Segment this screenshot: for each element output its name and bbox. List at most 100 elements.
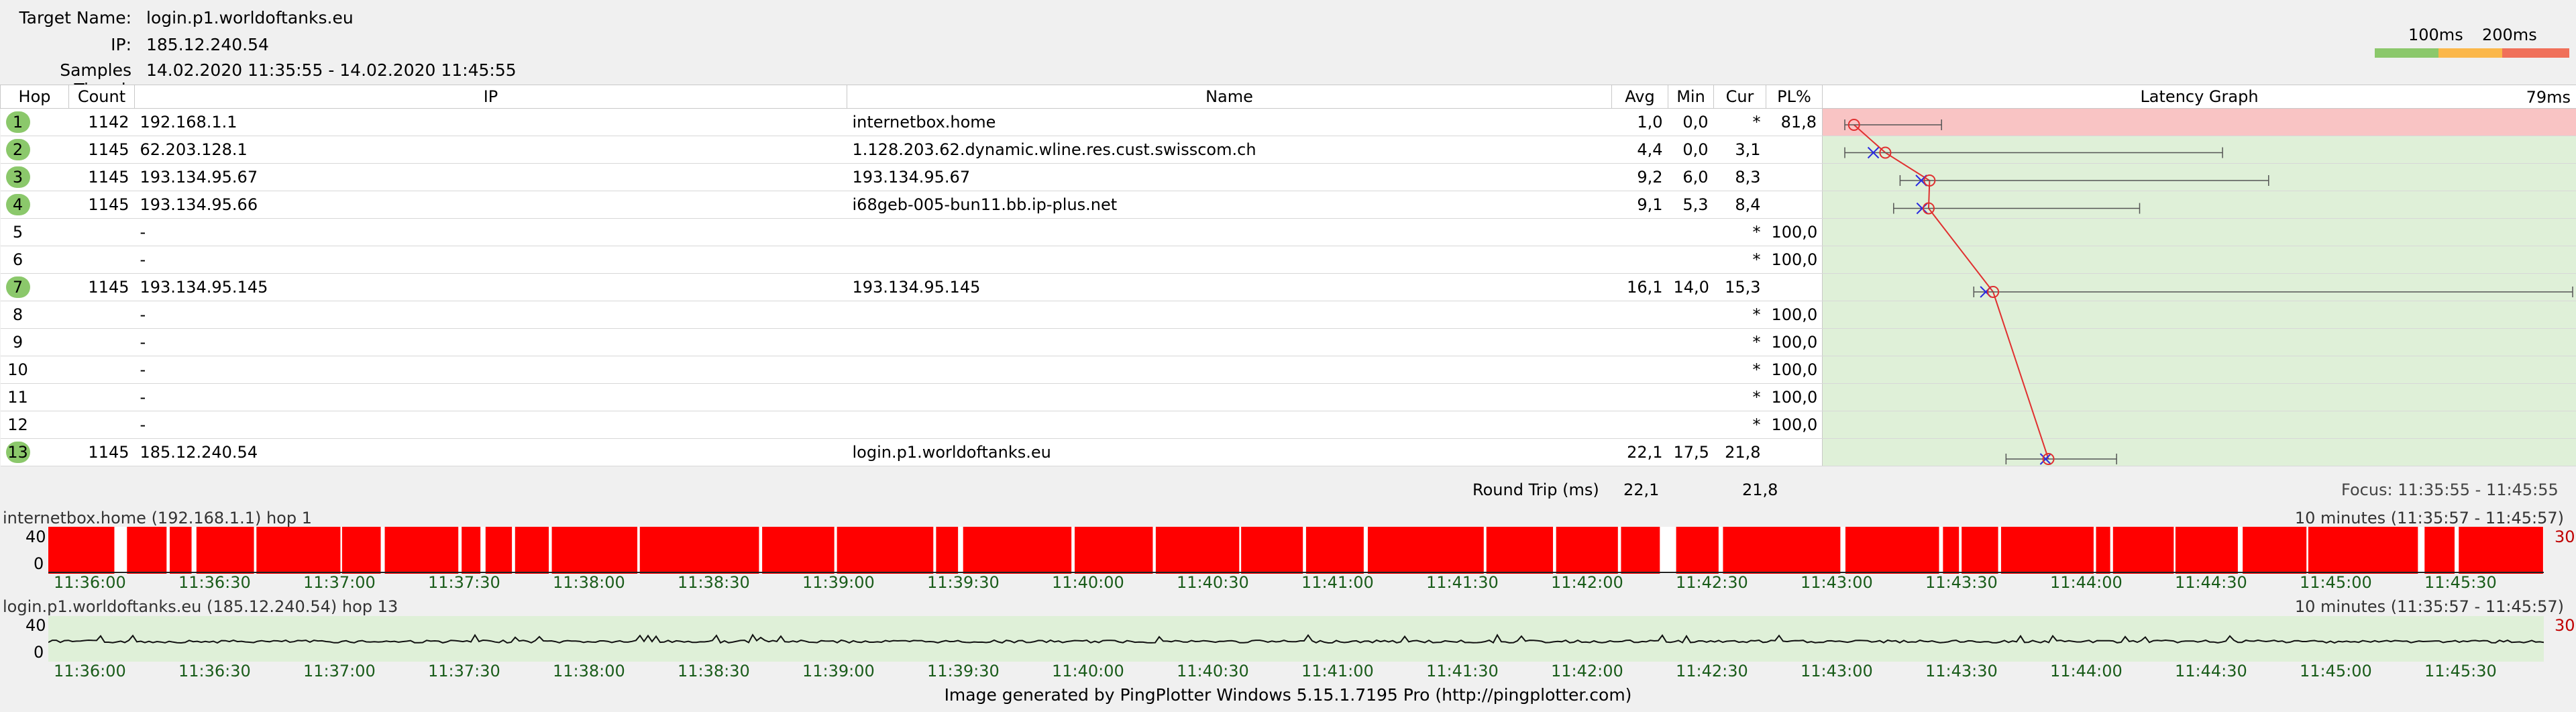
cell-count: 1145 bbox=[68, 438, 135, 466]
time-tick-label: 11:37:30 bbox=[428, 662, 500, 680]
cell-cur: * bbox=[1713, 301, 1766, 329]
cell-ip: 62.203.128.1 bbox=[134, 136, 847, 164]
col-latency-graph-header[interactable]: Latency Graph 79ms bbox=[1822, 85, 2576, 109]
cell-name bbox=[847, 356, 1612, 384]
target-name-value: login.p1.worldoftanks.eu bbox=[146, 8, 354, 28]
cell-min: 6,0 bbox=[1668, 163, 1714, 191]
hop-number-badge: 12 bbox=[7, 415, 28, 434]
col-count-header[interactable]: Count bbox=[68, 85, 135, 109]
legend-100ms-label: 100ms bbox=[2408, 26, 2463, 44]
packet-loss-bar bbox=[169, 527, 192, 574]
cell-ip: - bbox=[134, 301, 847, 329]
time-tick-label: 11:44:00 bbox=[2050, 573, 2123, 592]
time-tick-label: 11:38:00 bbox=[553, 662, 625, 680]
packet-loss-bar bbox=[1723, 527, 1841, 574]
time-tick-label: 11:36:30 bbox=[178, 573, 251, 592]
cell-name: 193.134.95.145 bbox=[847, 273, 1612, 301]
cell-count: 1145 bbox=[68, 163, 135, 191]
cell-pl: 100,0 bbox=[1766, 301, 1823, 329]
col-hop-header[interactable]: Hop bbox=[0, 85, 69, 109]
time-tick-label: 11:42:00 bbox=[1551, 573, 1623, 592]
cell-name: i68geb-005-bun11.bb.ip-plus.net bbox=[847, 191, 1612, 219]
timeline-2-y-bottom: 0 bbox=[34, 643, 44, 662]
cell-count bbox=[68, 411, 135, 439]
cell-cur: * bbox=[1713, 411, 1766, 439]
cell-min bbox=[1668, 356, 1714, 384]
time-tick-label: 11:40:00 bbox=[1052, 662, 1124, 680]
cell-count bbox=[68, 246, 135, 274]
hop-number-badge: 2 bbox=[5, 139, 30, 160]
cell-cur: * bbox=[1713, 218, 1766, 246]
cell-hop: 12 bbox=[0, 411, 69, 439]
col-ip-header[interactable]: IP bbox=[134, 85, 847, 109]
col-min-header[interactable]: Min bbox=[1668, 85, 1714, 109]
cell-count: 1142 bbox=[68, 108, 135, 136]
col-pl-header[interactable]: PL% bbox=[1766, 85, 1823, 109]
cell-min bbox=[1668, 411, 1714, 439]
packet-loss-bar bbox=[2459, 527, 2543, 574]
col-cur-header[interactable]: Cur bbox=[1713, 85, 1766, 109]
cell-pl bbox=[1766, 438, 1823, 466]
packet-loss-bar bbox=[2308, 527, 2418, 574]
timeline-1-y-bottom: 0 bbox=[34, 554, 44, 573]
time-tick-label: 11:38:00 bbox=[553, 573, 625, 592]
cell-ip: - bbox=[134, 383, 847, 411]
packet-loss-bar bbox=[1943, 527, 1960, 574]
packet-loss-bar bbox=[1621, 527, 1660, 574]
cell-avg: 1,0 bbox=[1611, 108, 1668, 136]
packet-loss-bar bbox=[2112, 527, 2174, 574]
time-tick-label: 11:39:30 bbox=[927, 573, 1000, 592]
cell-name bbox=[847, 383, 1612, 411]
packet-loss-bar bbox=[1155, 527, 1240, 574]
col-avg-header[interactable]: Avg bbox=[1611, 85, 1668, 109]
cell-avg: 16,1 bbox=[1611, 273, 1668, 301]
time-tick-label: 11:41:30 bbox=[1426, 573, 1499, 592]
time-tick-label: 11:40:30 bbox=[1177, 662, 1249, 680]
cell-cur: * bbox=[1713, 383, 1766, 411]
time-tick-label: 11:41:00 bbox=[1301, 573, 1374, 592]
time-tick-label: 11:37:00 bbox=[303, 573, 376, 592]
cell-hop: 4 bbox=[0, 191, 69, 219]
cell-min: 5,3 bbox=[1668, 191, 1714, 219]
legend-green-bar bbox=[2375, 48, 2438, 58]
hop-number-badge: 4 bbox=[5, 194, 30, 215]
time-tick-label: 11:45:00 bbox=[2300, 573, 2372, 592]
cell-count bbox=[68, 218, 135, 246]
cell-cur: 3,1 bbox=[1713, 136, 1766, 164]
cell-avg bbox=[1611, 356, 1668, 384]
table-header-row: Hop Count IP Name Avg Min Cur PL% Latenc… bbox=[0, 85, 2576, 109]
col-name-header[interactable]: Name bbox=[847, 85, 1612, 109]
cell-min: 14,0 bbox=[1668, 273, 1714, 301]
timeline-2-plot[interactable] bbox=[48, 616, 2544, 662]
time-tick-label: 11:36:00 bbox=[54, 662, 126, 680]
packet-loss-bar bbox=[2243, 527, 2307, 574]
hop-number-badge: 13 bbox=[5, 442, 30, 463]
time-tick-label: 11:39:00 bbox=[802, 573, 875, 592]
cell-name bbox=[847, 328, 1612, 356]
cell-count bbox=[68, 356, 135, 384]
cell-pl bbox=[1766, 191, 1823, 219]
cell-count: 1145 bbox=[68, 191, 135, 219]
timeline-1-max: 30 bbox=[2555, 527, 2575, 546]
round-trip-cur: 21,8 bbox=[1742, 480, 1778, 499]
time-tick-label: 11:43:30 bbox=[1925, 662, 1998, 680]
time-tick-label: 11:45:00 bbox=[2300, 662, 2372, 680]
cell-pl bbox=[1766, 163, 1823, 191]
cell-avg bbox=[1611, 411, 1668, 439]
packet-loss-bar bbox=[2424, 527, 2455, 574]
cell-name: 193.134.95.67 bbox=[847, 163, 1612, 191]
packet-loss-bar bbox=[1962, 527, 1998, 574]
time-tick-label: 11:44:30 bbox=[2175, 662, 2247, 680]
hop-number-badge: 6 bbox=[12, 250, 23, 269]
cell-ip: 193.134.95.67 bbox=[134, 163, 847, 191]
timeline-1-plot[interactable] bbox=[48, 527, 2544, 574]
cell-pl: 100,0 bbox=[1766, 411, 1823, 439]
time-tick-label: 11:43:30 bbox=[1925, 573, 1998, 592]
packet-loss-bar bbox=[2175, 527, 2238, 574]
cell-cur: * bbox=[1713, 108, 1766, 136]
cell-min bbox=[1668, 301, 1714, 329]
time-tick-label: 11:38:30 bbox=[678, 662, 750, 680]
packet-loss-bar bbox=[963, 527, 1072, 574]
packet-loss-bar bbox=[1486, 527, 1554, 574]
cell-hop: 9 bbox=[0, 328, 69, 356]
